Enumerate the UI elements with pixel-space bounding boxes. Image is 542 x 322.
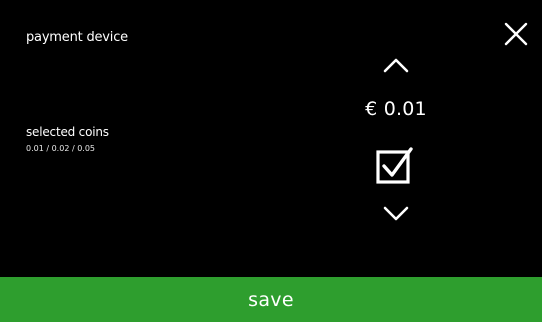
save-button[interactable]: save [0, 277, 542, 322]
coin-select-checkbox[interactable] [373, 144, 417, 188]
chevron-up-icon [380, 54, 412, 76]
decrease-button[interactable] [380, 203, 412, 225]
selected-coins-values: 0.01 / 0.02 / 0.05 [26, 144, 95, 153]
chevron-down-icon [380, 203, 412, 225]
close-icon [502, 20, 530, 48]
close-button[interactable] [502, 20, 530, 48]
page-title: payment device [26, 30, 128, 45]
increase-button[interactable] [380, 54, 412, 76]
save-button-label: save [248, 288, 294, 311]
checkbox-checked-icon [373, 144, 417, 188]
payment-device-screen: payment device selected coins 0.01 / 0.0… [0, 0, 542, 322]
selected-coins-label: selected coins [26, 125, 109, 139]
coin-value: € 0.01 [365, 98, 427, 120]
